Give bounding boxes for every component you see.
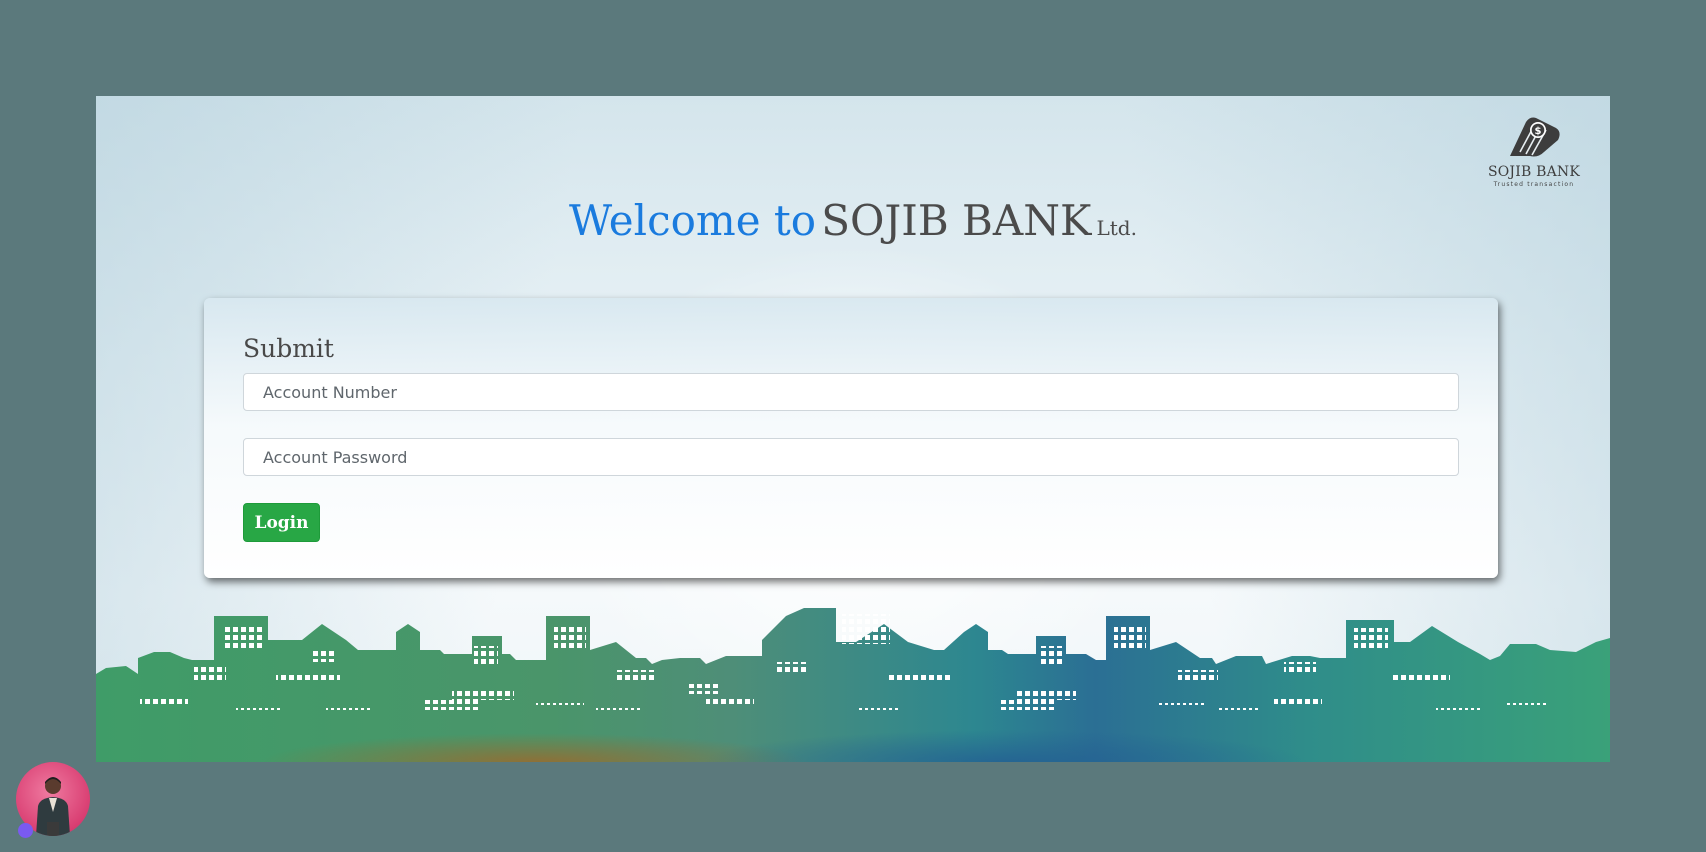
title-welcome: Welcome to xyxy=(569,196,817,245)
account-password-input[interactable] xyxy=(243,438,1459,476)
form-title: Submit xyxy=(243,334,334,363)
city-skyline-illustration xyxy=(96,602,1610,762)
logo-tagline: Trusted transaction xyxy=(1493,181,1575,188)
logo-name: SOJIB BANK xyxy=(1487,164,1581,180)
bank-logo[interactable]: $ SOJIB BANK Trusted transaction xyxy=(1482,112,1586,188)
money-bag-icon: $ xyxy=(1510,117,1560,157)
login-button[interactable]: Login xyxy=(243,503,320,542)
login-page-panel: $ SOJIB BANK Trusted transaction Welcome… xyxy=(96,96,1610,762)
status-dot xyxy=(18,823,33,838)
account-number-input[interactable] xyxy=(243,373,1459,411)
page-title: Welcome to SOJIB BANK Ltd. xyxy=(96,196,1610,245)
title-bank-name: SOJIB BANK xyxy=(821,196,1092,245)
svg-text:$: $ xyxy=(1535,126,1542,137)
login-card: Submit Login xyxy=(204,298,1498,578)
title-suffix: Ltd. xyxy=(1096,216,1137,240)
